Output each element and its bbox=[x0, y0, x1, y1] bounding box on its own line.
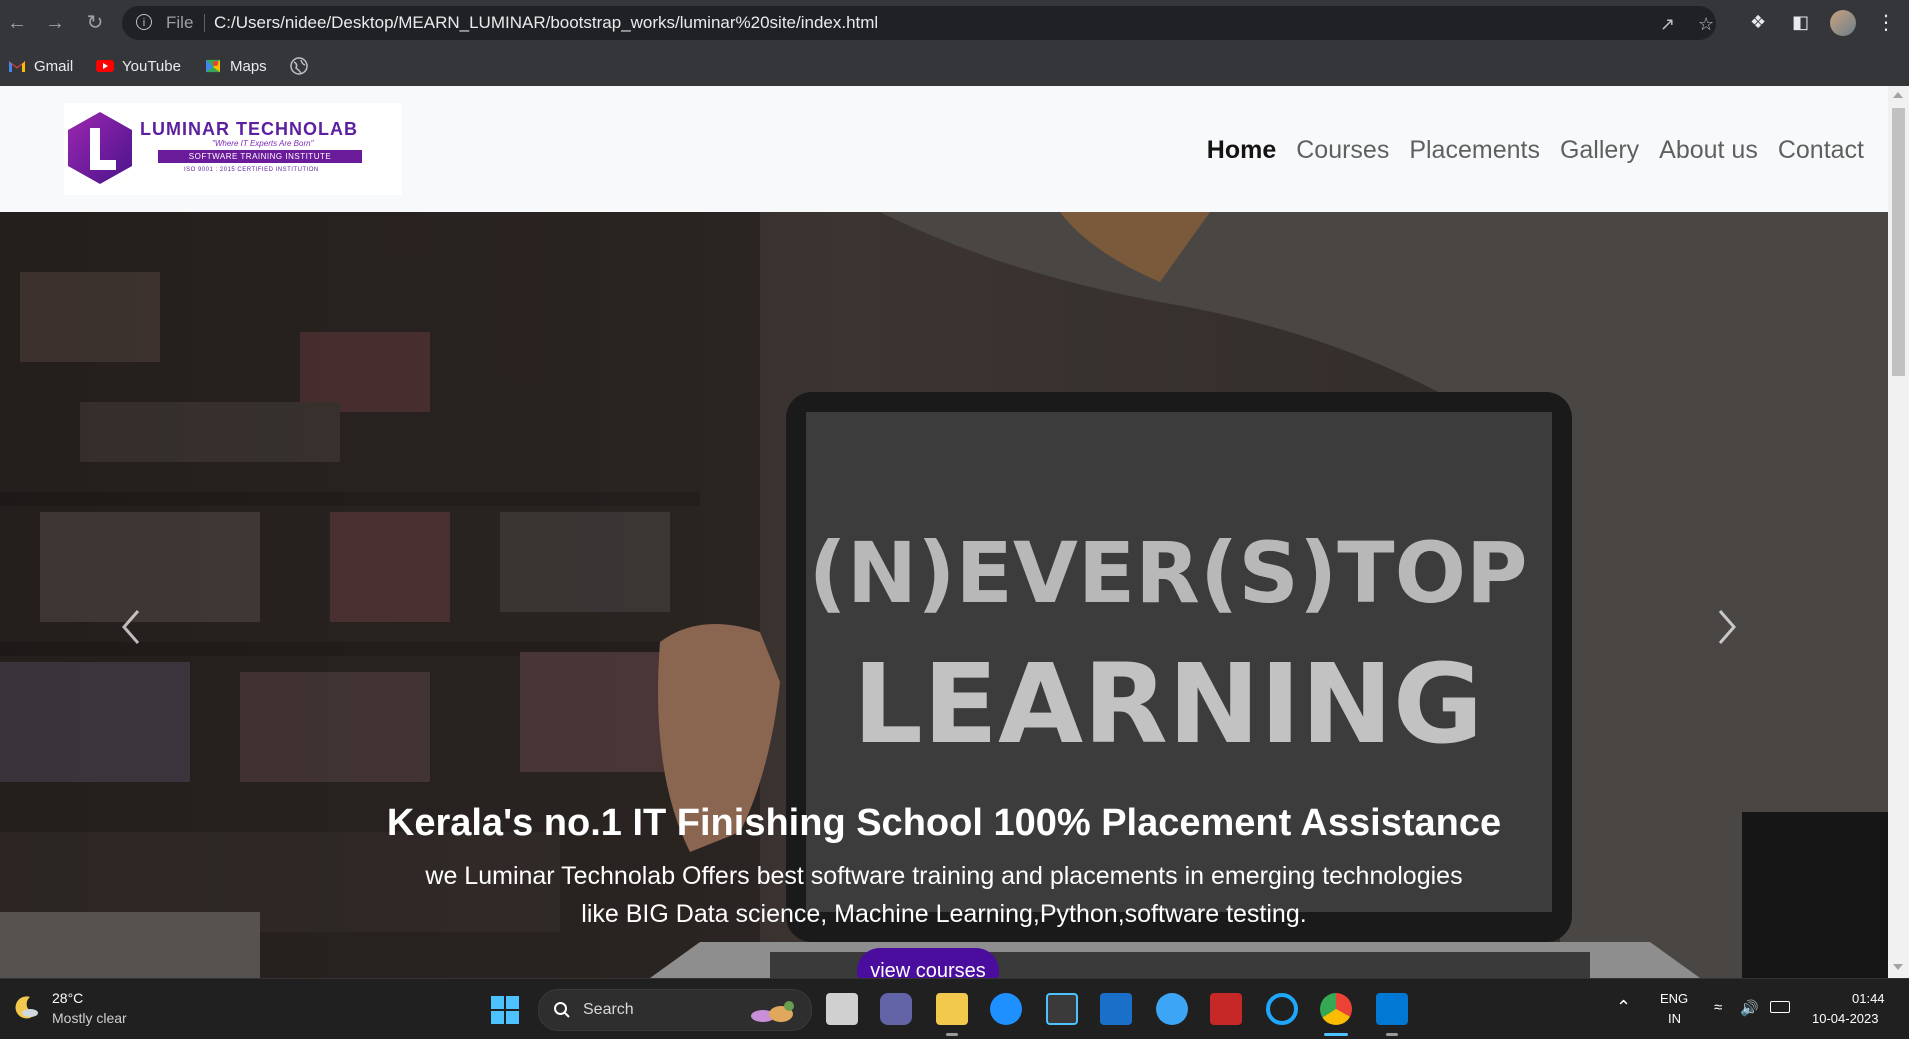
site-navbar: LUMINAR TECHNOLAB "Where IT Experts Are … bbox=[0, 86, 1888, 212]
vscode-icon[interactable] bbox=[1376, 993, 1408, 1025]
logo-l-mark-icon bbox=[68, 112, 132, 184]
search-icon bbox=[554, 1002, 570, 1018]
region-indicator[interactable]: IN bbox=[1668, 1011, 1681, 1026]
bookmark-label: YouTube bbox=[122, 57, 181, 75]
cortana-icon[interactable] bbox=[1266, 993, 1298, 1025]
scroll-up-arrow-icon[interactable] bbox=[1893, 92, 1903, 98]
help-icon[interactable] bbox=[1156, 993, 1188, 1025]
mcafee-icon[interactable] bbox=[1210, 993, 1242, 1025]
bookmark-globe[interactable] bbox=[290, 56, 308, 76]
maps-icon bbox=[206, 59, 220, 73]
bookmark-label: Maps bbox=[230, 57, 267, 75]
microsoft-store-icon[interactable] bbox=[1046, 993, 1078, 1025]
side-panel-icon[interactable]: ◧ bbox=[1792, 12, 1809, 33]
youtube-icon bbox=[96, 60, 114, 72]
url-text[interactable]: C:/Users/nidee/Desktop/MEARN_LUMINAR/boo… bbox=[214, 13, 878, 33]
logo-tagline: "Where IT Experts Are Born" bbox=[212, 139, 314, 148]
bookmark-maps[interactable]: Maps bbox=[204, 56, 267, 76]
clock-date[interactable]: 10-04-2023 bbox=[1812, 1011, 1879, 1026]
view-courses-button[interactable]: view courses bbox=[857, 948, 999, 978]
page-scrollbar[interactable] bbox=[1888, 86, 1909, 978]
hero-image-text-2: LEARNING bbox=[853, 640, 1483, 768]
chrome-icon[interactable] bbox=[1320, 993, 1352, 1025]
scroll-down-arrow-icon[interactable] bbox=[1893, 964, 1903, 970]
globe-icon bbox=[290, 57, 308, 75]
edge-browser-icon[interactable] bbox=[990, 993, 1022, 1025]
web-page: LUMINAR TECHNOLAB "Where IT Experts Are … bbox=[0, 86, 1888, 978]
nav-home[interactable]: Home bbox=[1207, 136, 1276, 165]
nav-contact[interactable]: Contact bbox=[1778, 136, 1864, 165]
hero-title: Kerala's no.1 IT Finishing School 100% P… bbox=[386, 802, 1502, 844]
nav-about[interactable]: About us bbox=[1659, 136, 1758, 165]
carousel-next-icon[interactable] bbox=[1706, 607, 1746, 647]
forward-icon[interactable]: → bbox=[44, 12, 66, 34]
share-icon[interactable]: ↗ bbox=[1660, 14, 1675, 35]
taskbar-search[interactable]: Search bbox=[538, 989, 812, 1031]
windows-taskbar: 28°C Mostly clear Search ⌃ ENG IN ≈ 🔊 01… bbox=[0, 978, 1909, 1039]
carousel-prev-icon[interactable] bbox=[112, 607, 152, 647]
nav-gallery[interactable]: Gallery bbox=[1560, 136, 1639, 165]
extensions-icon[interactable]: ❖ bbox=[1750, 12, 1766, 33]
logo-subtitle: SOFTWARE TRAINING INSTITUTE bbox=[158, 150, 362, 163]
divider bbox=[204, 14, 205, 32]
bookmark-label: Gmail bbox=[34, 57, 74, 75]
weather-temperature[interactable]: 28°C bbox=[52, 990, 83, 1006]
scroll-thumb[interactable] bbox=[1892, 108, 1905, 376]
search-highlight-icon bbox=[751, 1001, 794, 1022]
weather-description[interactable]: Mostly clear bbox=[52, 1010, 127, 1026]
hero-image-text-1: (N)EVER(S)TOP bbox=[808, 524, 1527, 622]
file-explorer-icon[interactable] bbox=[936, 993, 968, 1025]
language-indicator[interactable]: ENG bbox=[1660, 991, 1688, 1006]
bookmark-youtube[interactable]: YouTube bbox=[96, 56, 181, 76]
address-bar[interactable]: i File C:/Users/nidee/Desktop/MEARN_LUMI… bbox=[122, 6, 1716, 40]
battery-icon[interactable] bbox=[1770, 1001, 1790, 1013]
browser-toolbar: ← → ↻ i File C:/Users/nidee/Desktop/MEAR… bbox=[0, 0, 1909, 46]
back-icon[interactable]: ← bbox=[6, 12, 28, 34]
site-info-icon[interactable]: i bbox=[136, 14, 152, 30]
logo-title: LUMINAR TECHNOLAB bbox=[140, 119, 358, 139]
clock-time[interactable]: 01:44 bbox=[1852, 991, 1885, 1006]
logo-iso-text: ISO 9001 : 2015 CERTIFIED INSTITUTION bbox=[184, 167, 319, 173]
hero-carousel: (N)EVER(S)TOP LEARNING Kerala's no.1 IT … bbox=[0, 212, 1888, 978]
teams-chat-icon[interactable] bbox=[880, 993, 912, 1025]
wifi-icon[interactable]: ≈ bbox=[1714, 999, 1722, 1016]
nav-placements[interactable]: Placements bbox=[1409, 136, 1540, 165]
volume-icon[interactable]: 🔊 bbox=[1740, 999, 1759, 1017]
nav-links: Home Courses Placements Gallery About us… bbox=[1207, 136, 1864, 165]
profile-avatar[interactable] bbox=[1830, 10, 1856, 36]
search-label: Search bbox=[583, 1001, 634, 1018]
bookmark-gmail[interactable]: Gmail bbox=[8, 56, 73, 76]
moon-weather-icon[interactable] bbox=[12, 993, 40, 1021]
gmail-icon bbox=[9, 61, 25, 72]
reload-icon[interactable]: ↻ bbox=[84, 12, 106, 34]
bookmark-star-icon[interactable]: ☆ bbox=[1698, 14, 1714, 35]
luminar-logo[interactable]: LUMINAR TECHNOLAB "Where IT Experts Are … bbox=[64, 103, 402, 195]
browser-menu-icon[interactable]: ⋮ bbox=[1876, 10, 1896, 35]
show-hidden-icons-icon[interactable]: ⌃ bbox=[1616, 997, 1631, 1018]
hero-description-line-2: like BIG Data science, Machine Learning,… bbox=[581, 900, 1307, 928]
task-view-icon[interactable] bbox=[826, 993, 858, 1025]
windows-start-icon[interactable] bbox=[490, 995, 520, 1025]
hero-description-line-1: we Luminar Technolab Offers best softwar… bbox=[425, 862, 1463, 890]
nav-courses[interactable]: Courses bbox=[1296, 136, 1389, 165]
bookmarks-bar: Gmail YouTube Maps bbox=[0, 46, 1909, 87]
url-scheme: File bbox=[166, 13, 194, 32]
myhp-icon[interactable] bbox=[1100, 993, 1132, 1025]
